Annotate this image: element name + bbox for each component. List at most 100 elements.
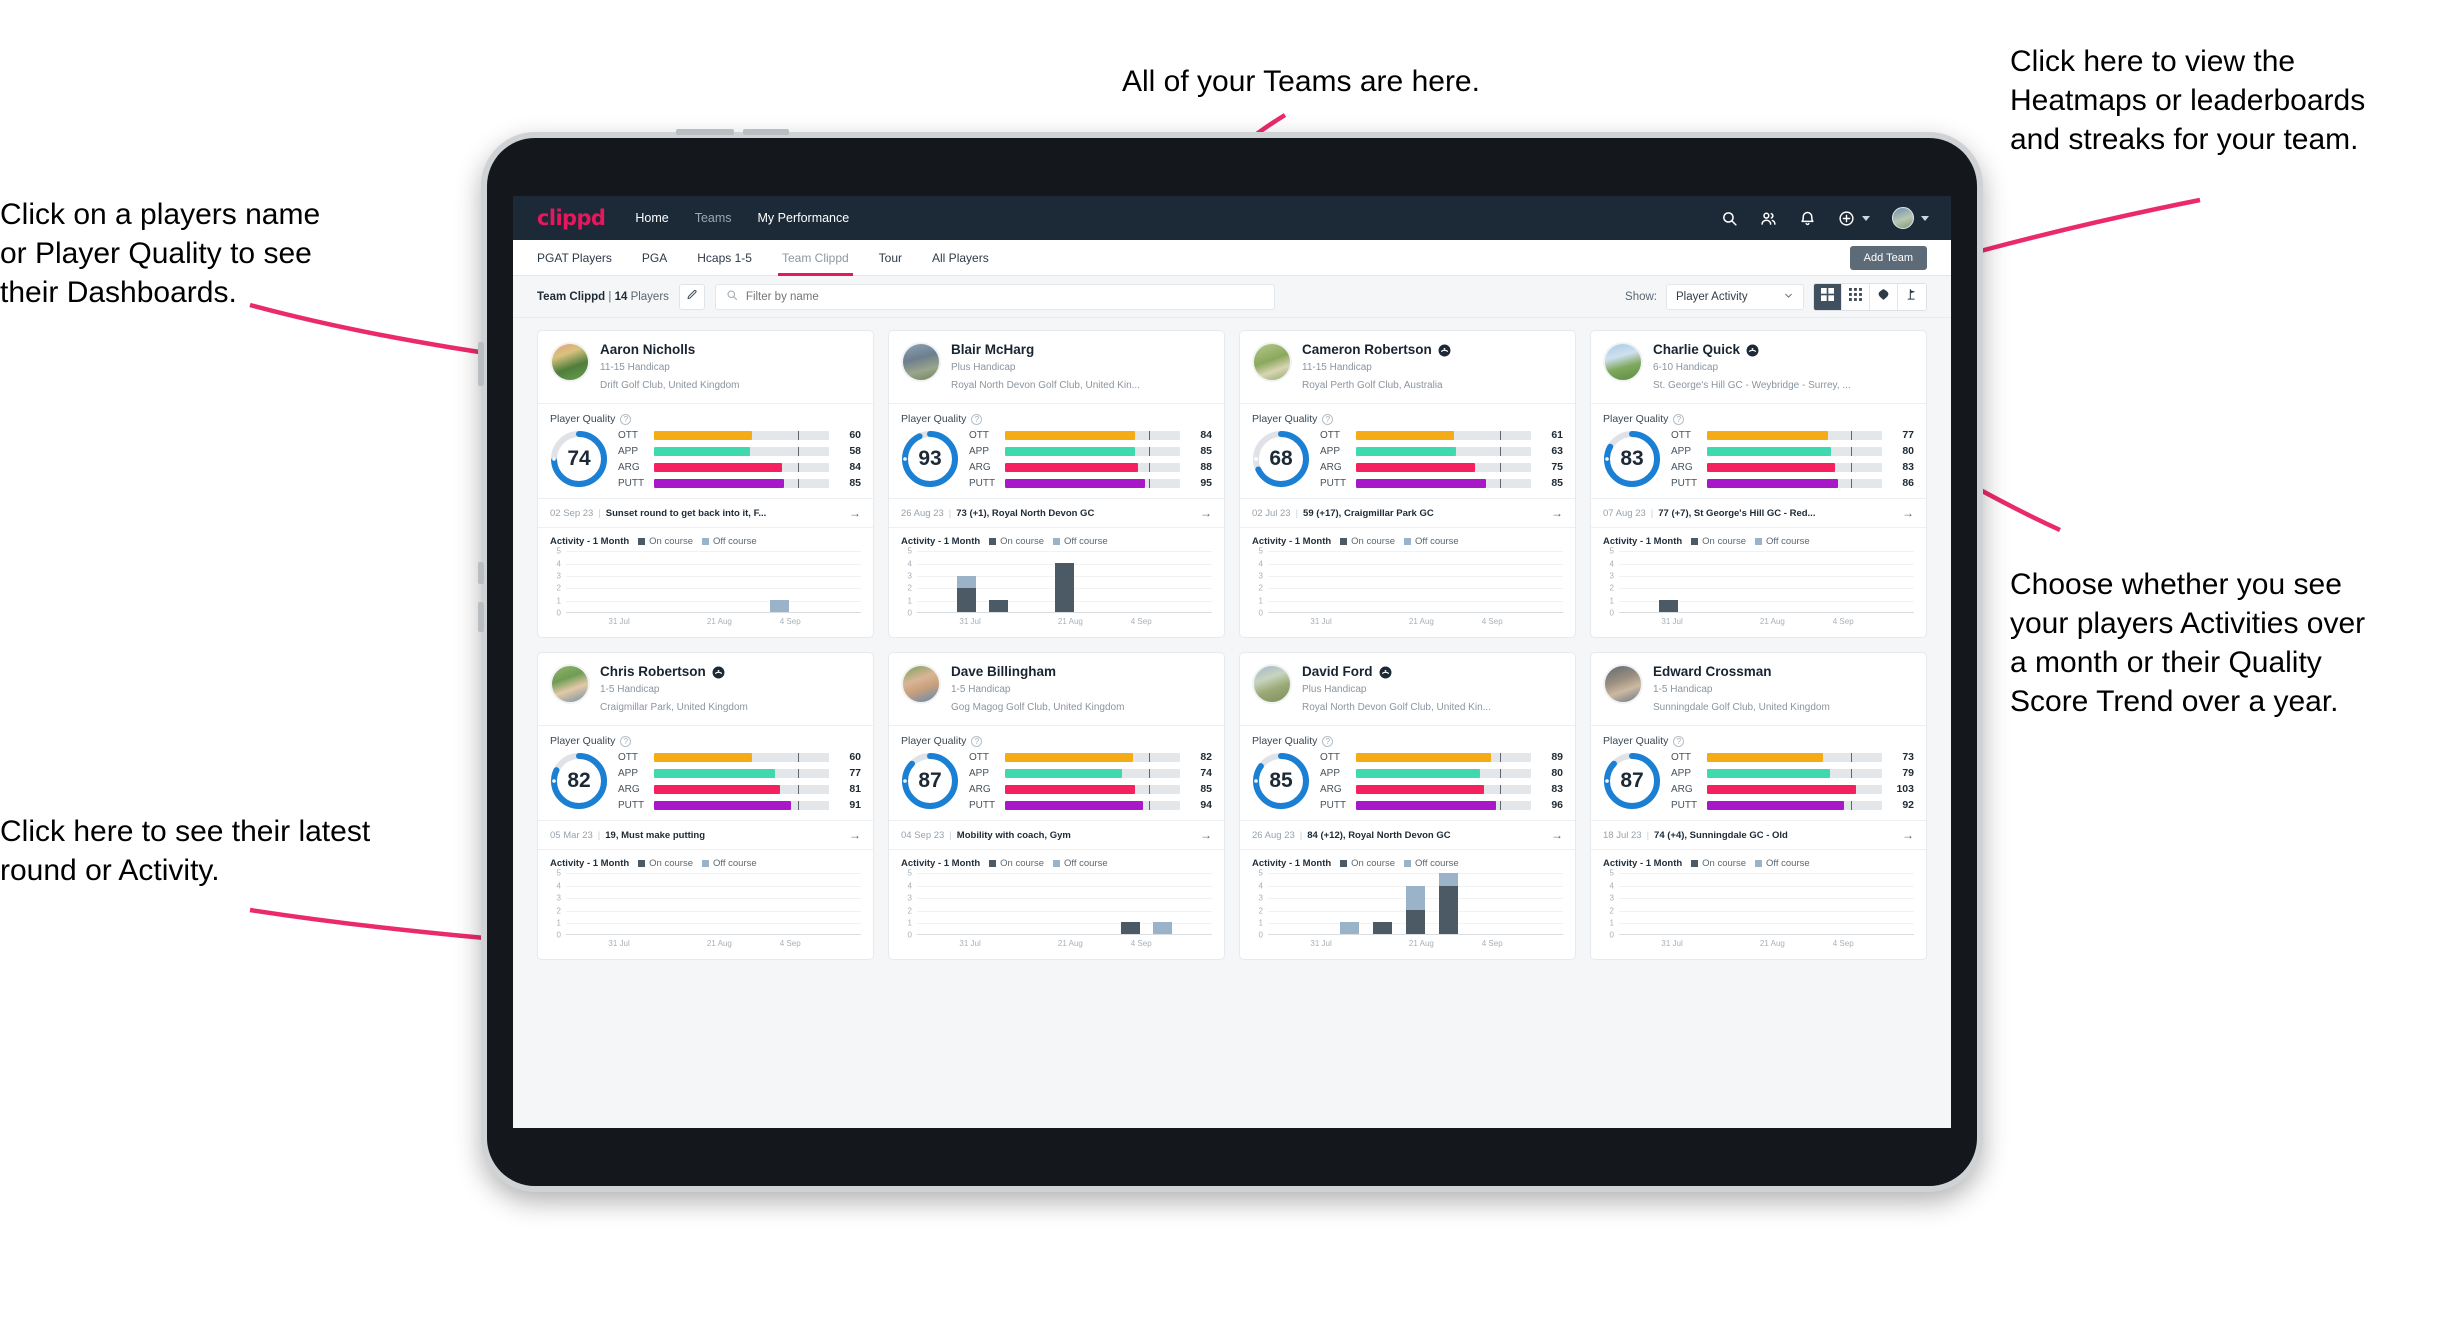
latest-round-row[interactable]: 04 Sep 23 | Mobility with coach, Gym → xyxy=(889,820,1224,849)
player-avatar[interactable] xyxy=(1252,664,1292,705)
side-button-c[interactable] xyxy=(478,602,484,632)
player-card-header[interactable]: Blair McHarg Plus Handicap Royal North D… xyxy=(889,331,1224,403)
activity-bar[interactable] xyxy=(769,600,789,613)
player-avatar[interactable] xyxy=(1252,342,1292,382)
latest-round-row[interactable]: 07 Aug 23 | 77 (+7), St George's Hill GC… xyxy=(1591,498,1926,527)
profile-menu[interactable] xyxy=(1892,207,1929,229)
player-quality-gauge[interactable]: 74 xyxy=(548,428,610,490)
player-card-header[interactable]: Cameron Robertson 11-15 Handicap Royal P… xyxy=(1240,331,1575,403)
edit-team-button[interactable] xyxy=(678,283,705,310)
player-card[interactable]: Blair McHarg Plus Handicap Royal North D… xyxy=(888,330,1225,639)
arrow-right-icon[interactable]: → xyxy=(1902,828,1914,842)
activity-bar[interactable] xyxy=(1055,563,1075,613)
add-menu[interactable] xyxy=(1838,210,1870,227)
player-quality-gauge[interactable]: 93 xyxy=(899,428,961,490)
player-name[interactable]: Edward Crossman xyxy=(1653,664,1914,680)
plus-circle-icon[interactable] xyxy=(1838,210,1855,227)
player-card[interactable]: David Ford Plus Handicap Royal North Dev… xyxy=(1239,652,1576,961)
latest-round-row[interactable]: 02 Jul 23 | 59 (+17), Craigmillar Park G… xyxy=(1240,498,1575,527)
volume-up-button[interactable] xyxy=(676,129,734,135)
help-icon[interactable]: ? xyxy=(1673,735,1685,747)
help-icon[interactable]: ? xyxy=(1322,413,1334,425)
arrow-right-icon[interactable]: → xyxy=(849,506,861,520)
player-card-header[interactable]: Edward Crossman 1-5 Handicap Sunningdale… xyxy=(1591,653,1926,725)
player-quality-gauge[interactable]: 83 xyxy=(1601,428,1663,490)
help-icon[interactable]: ? xyxy=(1673,413,1685,425)
volume-down-button[interactable] xyxy=(743,129,789,135)
tab-team-clippd[interactable]: Team Clippd xyxy=(777,240,853,276)
latest-round-row[interactable]: 26 Aug 23 | 73 (+1), Royal North Devon G… xyxy=(889,498,1224,527)
view-flag-button[interactable] xyxy=(1898,283,1926,310)
player-card[interactable]: Edward Crossman 1-5 Handicap Sunningdale… xyxy=(1590,652,1927,961)
player-name[interactable]: Aaron Nicholls xyxy=(600,342,861,358)
activity-bar[interactable] xyxy=(956,575,976,613)
player-card-header[interactable]: Charlie Quick 6-10 Handicap St. George's… xyxy=(1591,331,1926,403)
player-card[interactable]: Aaron Nicholls 11-15 Handicap Drift Golf… xyxy=(537,330,874,639)
view-dense-grid-button[interactable] xyxy=(1842,283,1870,310)
nav-link-home[interactable]: Home xyxy=(635,211,668,225)
player-avatar[interactable] xyxy=(901,664,941,705)
search-icon[interactable] xyxy=(1721,210,1738,227)
chevron-down-icon[interactable] xyxy=(1921,215,1929,221)
people-icon[interactable] xyxy=(1760,210,1777,227)
view-heatmap-button[interactable] xyxy=(1870,283,1898,310)
player-name[interactable]: Chris Robertson xyxy=(600,664,861,680)
player-avatar[interactable] xyxy=(1603,342,1643,382)
player-quality-gauge[interactable]: 82 xyxy=(548,750,610,812)
nav-link-my-performance[interactable]: My Performance xyxy=(758,211,850,225)
search-input[interactable] xyxy=(745,290,1264,303)
activity-bar[interactable] xyxy=(989,600,1009,613)
latest-round-row[interactable]: 02 Sep 23 | Sunset round to get back int… xyxy=(538,498,873,527)
activity-bar[interactable] xyxy=(1340,922,1360,935)
arrow-right-icon[interactable]: → xyxy=(1200,828,1212,842)
activity-bar[interactable] xyxy=(1373,922,1393,935)
player-card-header[interactable]: Dave Billingham 1-5 Handicap Gog Magog G… xyxy=(889,653,1224,725)
player-avatar[interactable] xyxy=(550,342,590,382)
arrow-right-icon[interactable]: → xyxy=(849,828,861,842)
player-card[interactable]: Chris Robertson 1-5 Handicap Craigmillar… xyxy=(537,652,874,961)
player-avatar[interactable] xyxy=(901,342,941,382)
nav-link-teams[interactable]: Teams xyxy=(695,211,732,225)
player-quality-gauge[interactable]: 68 xyxy=(1250,428,1312,490)
player-quality-gauge[interactable]: 85 xyxy=(1250,750,1312,812)
arrow-right-icon[interactable]: → xyxy=(1200,506,1212,520)
latest-round-row[interactable]: 18 Jul 23 | 74 (+4), Sunningdale GC - Ol… xyxy=(1591,820,1926,849)
clippd-logo[interactable]: clippd xyxy=(537,206,606,230)
side-button-a[interactable] xyxy=(478,342,484,386)
player-name[interactable]: Cameron Robertson xyxy=(1302,342,1563,358)
help-icon[interactable]: ? xyxy=(620,735,632,747)
tab-pga[interactable]: PGA xyxy=(642,240,667,276)
player-card-header[interactable]: David Ford Plus Handicap Royal North Dev… xyxy=(1240,653,1575,725)
help-icon[interactable]: ? xyxy=(971,735,983,747)
filter-search-box[interactable] xyxy=(714,283,1275,310)
view-grid-button[interactable] xyxy=(1814,283,1842,310)
player-name[interactable]: David Ford xyxy=(1302,664,1563,680)
player-card[interactable]: Dave Billingham 1-5 Handicap Gog Magog G… xyxy=(888,652,1225,961)
help-icon[interactable]: ? xyxy=(971,413,983,425)
player-quality-gauge[interactable]: 87 xyxy=(899,750,961,812)
player-name[interactable]: Dave Billingham xyxy=(951,664,1212,680)
arrow-right-icon[interactable]: → xyxy=(1902,506,1914,520)
chevron-down-icon[interactable] xyxy=(1862,215,1870,221)
player-quality-gauge[interactable]: 87 xyxy=(1601,750,1663,812)
activity-bar[interactable] xyxy=(1658,600,1678,613)
player-card-header[interactable]: Chris Robertson 1-5 Handicap Craigmillar… xyxy=(538,653,873,725)
player-avatar[interactable] xyxy=(550,664,590,705)
player-avatar[interactable] xyxy=(1603,664,1643,705)
side-button-b[interactable] xyxy=(478,562,484,584)
arrow-right-icon[interactable]: → xyxy=(1551,828,1563,842)
activity-bar[interactable] xyxy=(1120,922,1140,935)
help-icon[interactable]: ? xyxy=(1322,735,1334,747)
bell-icon[interactable] xyxy=(1799,210,1816,227)
activity-bar[interactable] xyxy=(1153,922,1173,935)
show-select[interactable]: Player Activity xyxy=(1666,283,1804,310)
add-team-button[interactable]: Add Team xyxy=(1849,245,1927,270)
player-card-header[interactable]: Aaron Nicholls 11-15 Handicap Drift Golf… xyxy=(538,331,873,403)
player-name[interactable]: Charlie Quick xyxy=(1653,342,1914,358)
tab-all-players[interactable]: All Players xyxy=(932,240,989,276)
latest-round-row[interactable]: 26 Aug 23 | 84 (+12), Royal North Devon … xyxy=(1240,820,1575,849)
arrow-right-icon[interactable]: → xyxy=(1551,506,1563,520)
tab-tour[interactable]: Tour xyxy=(879,240,902,276)
activity-bar[interactable] xyxy=(1406,885,1426,935)
player-card[interactable]: Cameron Robertson 11-15 Handicap Royal P… xyxy=(1239,330,1576,639)
